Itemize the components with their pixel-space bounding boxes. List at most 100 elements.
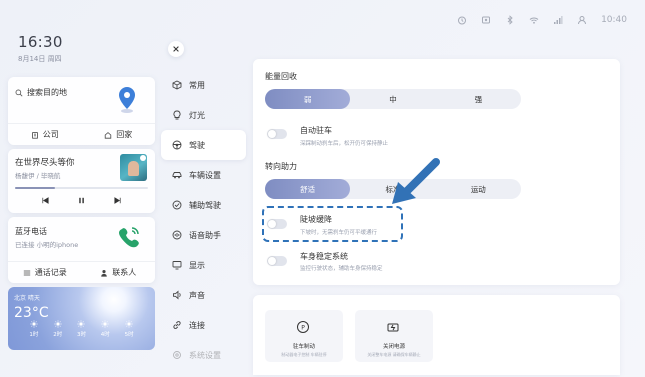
search-destination[interactable]: 搜索目的地 xyxy=(15,87,67,98)
sun-icon xyxy=(125,320,133,328)
sun-icon xyxy=(101,320,109,328)
music-card: 在世界尽头等你 杨馥伊 / 毕晓航 xyxy=(8,149,155,213)
screen: 10:40 16:30 8月14日 周四 搜索目的地 公司 回家 在世界尽头等你… xyxy=(0,0,645,377)
bluetooth-icon xyxy=(505,15,515,25)
phone-title: 蓝牙电话 xyxy=(15,227,47,236)
parking-brake-desc: 制动器电子控制 车辆驻停 xyxy=(281,352,327,357)
menu-item-label: 连接 xyxy=(189,320,205,330)
menu-item[interactable]: 常用 xyxy=(161,70,246,100)
steering-option[interactable]: 运动 xyxy=(436,179,521,199)
weather-card[interactable]: 北京 晴天 23°C 1时 2时 3时 4时 5时 xyxy=(8,287,155,350)
nav-shortcuts: 公司 回家 xyxy=(8,123,155,145)
menu-item-label: 声音 xyxy=(189,290,205,300)
auto-hold-toggle[interactable] xyxy=(267,129,287,139)
pause-button[interactable] xyxy=(74,194,88,206)
navigation-card: 搜索目的地 公司 回家 xyxy=(8,77,155,145)
stability-toggle[interactable] xyxy=(267,256,287,266)
energy-recovery-label: 能量回收 xyxy=(265,72,297,81)
svg-text:P: P xyxy=(301,325,305,332)
forecast-label: 1时 xyxy=(29,332,39,338)
cube-icon xyxy=(172,80,182,90)
phone-connection: 已连接 小明的iphone xyxy=(15,241,79,249)
forecast-label: 2时 xyxy=(53,332,63,338)
auto-hold-title: 自动驻车 xyxy=(300,126,332,135)
link-icon xyxy=(173,321,181,329)
search-label: 搜索目的地 xyxy=(27,88,67,97)
menu-item[interactable]: 车辆设置 xyxy=(161,160,246,190)
phone-shortcuts: 通话记录 联系人 xyxy=(8,261,155,283)
menu-item-label: 系统设置 xyxy=(189,350,221,360)
close-icon xyxy=(173,46,179,52)
stability-desc: 监控行驶状态，辅助车身保持稳定 xyxy=(300,266,383,272)
song-progress-fill xyxy=(15,187,55,189)
settings-icon xyxy=(173,351,181,359)
menu-item-label: 灯光 xyxy=(189,110,205,120)
company-label: 公司 xyxy=(42,130,59,139)
display-icon xyxy=(172,261,182,270)
power-off-title: 关闭电源 xyxy=(382,344,405,350)
alarm-icon xyxy=(457,15,467,25)
menu-item-label: 辅助驾驶 xyxy=(189,200,221,210)
parking-brake-title: 驻车制动 xyxy=(292,344,315,350)
user-icon[interactable] xyxy=(577,15,587,25)
pointer-arrow-icon xyxy=(392,158,440,204)
close-button[interactable] xyxy=(168,41,184,57)
clock-date: 8月14日 周四 xyxy=(18,55,62,63)
next-button[interactable] xyxy=(110,194,124,206)
phone-icon[interactable] xyxy=(117,225,141,251)
energy-option[interactable]: 弱 xyxy=(265,89,351,109)
album-art[interactable] xyxy=(120,154,147,181)
home-icon xyxy=(105,131,112,139)
nav-home-button[interactable]: 回家 xyxy=(82,124,156,145)
contacts-button[interactable]: 联系人 xyxy=(82,262,156,283)
sun-icon xyxy=(54,320,62,328)
person-icon xyxy=(101,269,108,277)
forecast-label: 3时 xyxy=(76,332,86,338)
building-icon xyxy=(31,131,38,139)
menu-item[interactable]: 系统设置 xyxy=(161,340,246,370)
sun-icon xyxy=(77,320,86,328)
menu-item[interactable]: 显示 xyxy=(161,250,246,280)
menu-item[interactable]: 声音 xyxy=(161,280,246,310)
parking-brake-tile[interactable]: P 驻车制动 制动器电子控制 车辆驻停 xyxy=(265,310,343,362)
power-off-tile[interactable]: 关闭电源 关闭整车电源 请确保车辆静止 xyxy=(355,310,433,362)
energy-option[interactable]: 强 xyxy=(436,89,521,109)
energy-option[interactable]: 中 xyxy=(350,89,435,109)
weather-forecast: 1时 2时 3时 4时 5时 xyxy=(8,320,155,338)
power-off-icon xyxy=(387,323,399,332)
forecast-item: 5时 xyxy=(125,320,134,338)
power-off-desc: 关闭整车电源 请确保车辆静止 xyxy=(367,352,421,357)
stability-title: 车身稳定系统 xyxy=(300,252,348,261)
status-time: 10:40 xyxy=(601,15,627,25)
menu-item-label: 显示 xyxy=(189,260,205,270)
steering-option[interactable]: 舒适 xyxy=(265,179,351,199)
song-artist: 杨馥伊 / 毕晓航 xyxy=(15,172,61,180)
car-icon xyxy=(172,172,182,179)
search-icon xyxy=(15,89,23,96)
clock-time: 16:30 xyxy=(18,33,63,51)
nav-company-button[interactable]: 公司 xyxy=(8,124,82,145)
song-title: 在世界尽头等你 xyxy=(15,158,75,168)
energy-recovery-selector: 弱中强 xyxy=(265,89,521,109)
previous-button[interactable] xyxy=(39,194,53,206)
call-log-label: 通话记录 xyxy=(34,268,67,277)
contacts-label: 联系人 xyxy=(112,268,137,277)
wifi-icon xyxy=(529,15,539,25)
menu-item[interactable]: 驾驶 xyxy=(161,130,246,160)
forecast-item: 4时 xyxy=(101,320,110,338)
menu-item[interactable]: 辅助驾驶 xyxy=(161,190,246,220)
forecast-item: 2时 xyxy=(53,320,62,338)
menu-item[interactable]: 语音助手 xyxy=(161,220,246,250)
parking-brake-icon: P xyxy=(297,321,309,333)
menu-item-label: 车辆设置 xyxy=(189,170,221,180)
call-log-button[interactable]: 通话记录 xyxy=(8,262,82,283)
menu-item[interactable]: 灯光 xyxy=(161,100,246,130)
auto-hold-desc: 深踩制动刹车后，松开仍可保持静止 xyxy=(300,141,389,147)
menu-item-label: 语音助手 xyxy=(189,230,221,240)
forecast-item: 1时 xyxy=(29,320,38,338)
forecast-label: 5时 xyxy=(124,332,134,338)
menu-item-label: 常用 xyxy=(189,80,205,90)
song-progress[interactable] xyxy=(15,187,148,189)
record-icon xyxy=(481,15,491,25)
menu-item[interactable]: 连接 xyxy=(161,310,246,340)
